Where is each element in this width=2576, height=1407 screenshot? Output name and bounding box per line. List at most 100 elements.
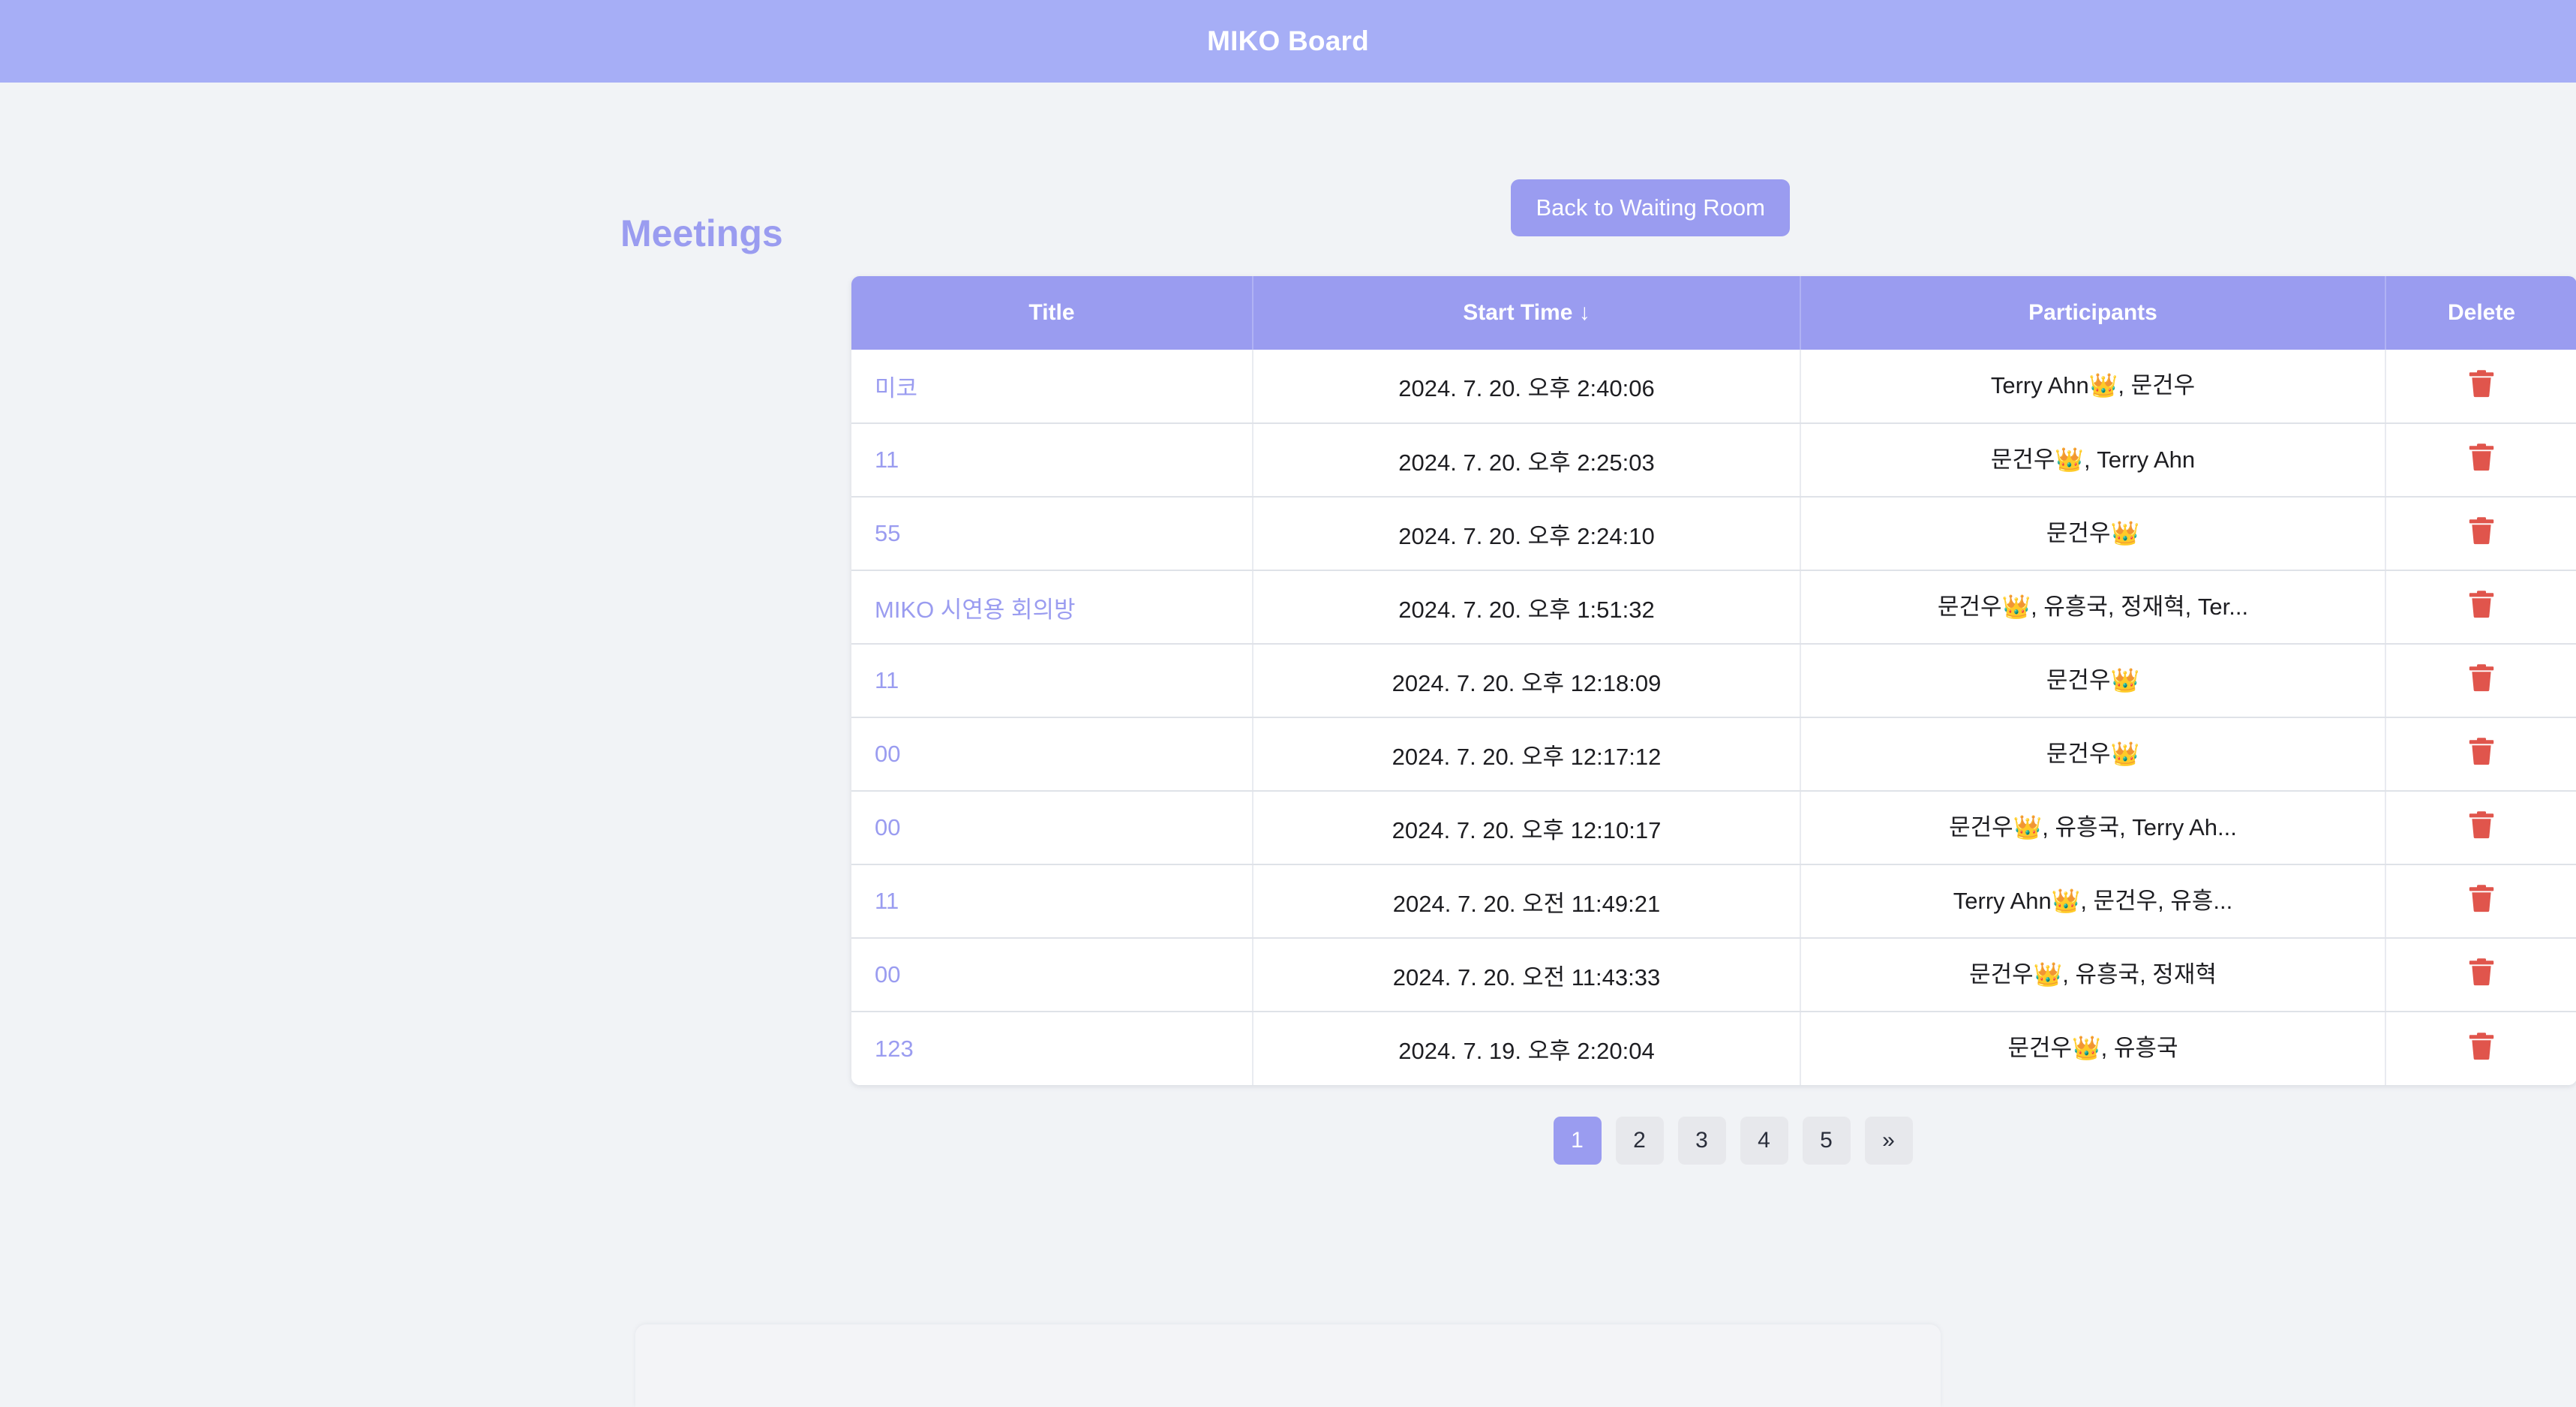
pagination-page-2[interactable]: 2: [1616, 1117, 1664, 1165]
cell-title: 11: [851, 864, 1253, 938]
cell-start-time: 2024. 7. 20. 오후 2:40:06: [1253, 350, 1800, 423]
cell-start-time: 2024. 7. 20. 오전 11:49:21: [1253, 864, 1800, 938]
app-header: MIKO Board: [0, 0, 2576, 83]
meeting-title-link[interactable]: 00: [875, 814, 900, 840]
cell-delete: [2385, 644, 2576, 717]
cell-participants: 문건우👑, 유흥국: [1800, 1012, 2385, 1085]
pagination-page-1[interactable]: 1: [1554, 1117, 1602, 1165]
table-row: MIKO 시연용 회의방 2024. 7. 20. 오후 1:51:32 문건우👑,…: [851, 570, 2576, 644]
cell-delete: [2385, 350, 2576, 423]
delete-meeting-button[interactable]: [2468, 1031, 2495, 1061]
cell-title: 11: [851, 423, 1253, 497]
participants-list: 문건우👑, 유흥국: [2008, 1029, 2178, 1063]
participants-list: 문건우👑, 유흥국, 정재혁: [1969, 955, 2217, 989]
column-header-title[interactable]: Title: [851, 276, 1253, 350]
trash-icon: [2468, 883, 2495, 913]
cell-start-time: 2024. 7. 20. 오후 2:25:03: [1253, 423, 1800, 497]
table-row: 123 2024. 7. 19. 오후 2:20:04 문건우👑, 유흥국: [851, 1012, 2576, 1085]
pagination-next-button[interactable]: »: [1865, 1117, 1913, 1165]
table-row: 11 2024. 7. 20. 오후 2:25:03 문건우👑, Terry Ahn: [851, 423, 2576, 497]
meetings-table-container: Title Start Time ↓ Participants Delete 미…: [851, 276, 2576, 1085]
content-container: Meetings Back to Waiting Room Title Star…: [425, 164, 2151, 1165]
cell-participants: 문건우👑: [1800, 644, 2385, 717]
cell-title: 00: [851, 938, 1253, 1012]
cell-title: 00: [851, 717, 1253, 791]
cell-start-time: 2024. 7. 20. 오전 11:43:33: [1253, 938, 1800, 1012]
meeting-title-link[interactable]: 123: [875, 1036, 914, 1062]
trash-icon: [2468, 589, 2495, 619]
meetings-table: Title Start Time ↓ Participants Delete 미…: [851, 276, 2576, 1085]
meeting-title-link[interactable]: 00: [875, 961, 900, 988]
back-to-waiting-room-button[interactable]: Back to Waiting Room: [1511, 179, 1790, 236]
cell-delete: [2385, 717, 2576, 791]
participants-list: 문건우👑: [2046, 514, 2139, 548]
meeting-title-link[interactable]: MIKO 시연용 회의방: [875, 597, 1076, 623]
trash-icon: [2468, 736, 2495, 766]
table-row: 미코 2024. 7. 20. 오후 2:40:06 Terry Ahn👑, 문건우: [851, 350, 2576, 423]
participants-list: 문건우👑: [2046, 735, 2139, 768]
meeting-title-link[interactable]: 11: [875, 888, 899, 914]
meeting-title-link[interactable]: 11: [875, 667, 899, 693]
cell-delete: [2385, 423, 2576, 497]
cell-start-time: 2024. 7. 20. 오후 2:24:10: [1253, 497, 1800, 570]
cell-title: MIKO 시연용 회의방: [851, 570, 1253, 644]
pagination-page-4[interactable]: 4: [1740, 1117, 1788, 1165]
cell-start-time: 2024. 7. 20. 오후 1:51:32: [1253, 570, 1800, 644]
delete-meeting-button[interactable]: [2468, 368, 2495, 398]
meeting-title-link[interactable]: 55: [875, 520, 900, 546]
participants-list: Terry Ahn👑, 문건우: [1991, 366, 2195, 400]
table-row: 002024. 7. 20. 오후 12:17:12문건우👑: [851, 717, 2576, 791]
cell-participants: Terry Ahn👑, 문건우: [1800, 350, 2385, 423]
cell-participants: 문건우👑, 유흥국, 정재혁: [1800, 938, 2385, 1012]
heading-row: Meetings Back to Waiting Room: [425, 164, 2151, 276]
meeting-title-link[interactable]: 00: [875, 741, 900, 767]
cell-delete: [2385, 1012, 2576, 1085]
delete-meeting-button[interactable]: [2468, 883, 2495, 913]
trash-icon: [2468, 663, 2495, 693]
delete-meeting-button[interactable]: [2468, 589, 2495, 619]
cell-title: 123: [851, 1012, 1253, 1085]
participants-list: 문건우👑, Terry Ahn: [1991, 440, 2195, 474]
delete-meeting-button[interactable]: [2468, 442, 2495, 472]
bottom-panel: [635, 1324, 1941, 1407]
trash-icon: [2468, 368, 2495, 398]
cell-title: 00: [851, 791, 1253, 864]
table-header-row: Title Start Time ↓ Participants Delete: [851, 276, 2576, 350]
cell-delete: [2385, 938, 2576, 1012]
delete-meeting-button[interactable]: [2468, 736, 2495, 766]
trash-icon: [2468, 810, 2495, 840]
delete-meeting-button[interactable]: [2468, 810, 2495, 840]
table-row: 112024. 7. 20. 오후 12:18:09문건우👑: [851, 644, 2576, 717]
table-row: 11 2024. 7. 20. 오전 11:49:21 Terry Ahn👑, 문건…: [851, 864, 2576, 938]
column-header-delete: Delete: [2385, 276, 2576, 350]
trash-icon: [2468, 442, 2495, 472]
pagination-page-5[interactable]: 5: [1803, 1117, 1851, 1165]
delete-meeting-button[interactable]: [2468, 516, 2495, 546]
cell-delete: [2385, 864, 2576, 938]
participants-list: 문건우👑, 유흥국, 정재혁, Ter...: [1938, 588, 2248, 621]
cell-participants: 문건우👑, 유흥국, 정재혁, Ter...: [1800, 570, 2385, 644]
trash-icon: [2468, 516, 2495, 546]
participants-list: Terry Ahn👑, 문건우, 유흥...: [1953, 882, 2232, 915]
column-header-participants[interactable]: Participants: [1800, 276, 2385, 350]
column-header-start-time[interactable]: Start Time ↓: [1253, 276, 1800, 350]
table-header: Title Start Time ↓ Participants Delete: [851, 276, 2576, 350]
table-row: 55 2024. 7. 20. 오후 2:24:10 문건우👑: [851, 497, 2576, 570]
cell-title: 미코: [851, 350, 1253, 423]
delete-meeting-button[interactable]: [2468, 663, 2495, 693]
pagination-page-3[interactable]: 3: [1678, 1117, 1726, 1165]
cell-start-time: 2024. 7. 20. 오후 12:10:17: [1253, 791, 1800, 864]
delete-meeting-button[interactable]: [2468, 957, 2495, 987]
cell-delete: [2385, 791, 2576, 864]
table-body: 미코 2024. 7. 20. 오후 2:40:06 Terry Ahn👑, 문건우…: [851, 350, 2576, 1085]
cell-delete: [2385, 570, 2576, 644]
meeting-title-link[interactable]: 11: [875, 446, 899, 473]
cell-start-time: 2024. 7. 19. 오후 2:20:04: [1253, 1012, 1800, 1085]
cell-participants: 문건우👑: [1800, 497, 2385, 570]
cell-delete: [2385, 497, 2576, 570]
trash-icon: [2468, 957, 2495, 987]
app-title: MIKO Board: [1207, 26, 1369, 57]
page-title: Meetings: [620, 212, 783, 255]
meeting-title-link[interactable]: 미코: [875, 375, 917, 401]
page-body: Meetings Back to Waiting Room Title Star…: [0, 83, 2576, 1165]
